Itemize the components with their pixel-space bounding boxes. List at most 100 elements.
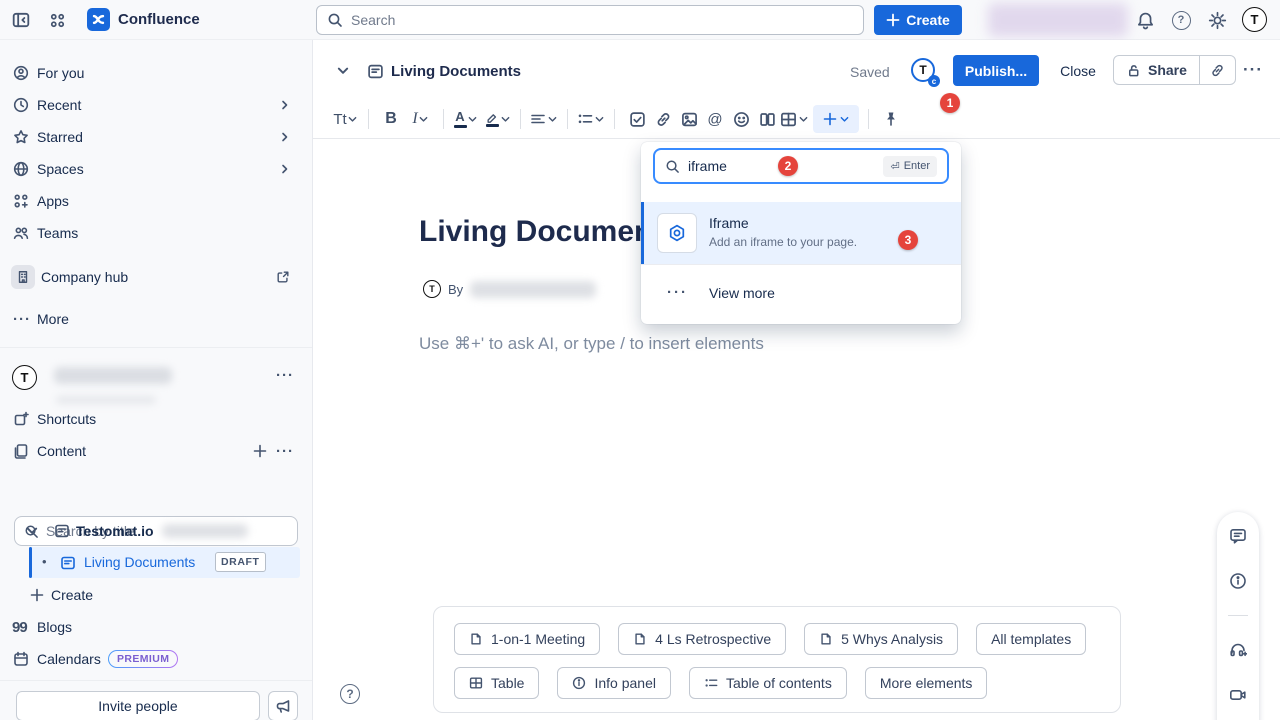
details-button[interactable] bbox=[1226, 569, 1250, 592]
sidebar-item-calendars[interactable]: Calendars PREMIUM bbox=[0, 644, 312, 674]
content-more-button[interactable]: ··· bbox=[276, 443, 294, 460]
right-rail bbox=[1217, 512, 1259, 720]
toolbar-separator bbox=[868, 109, 869, 129]
publish-button[interactable]: Publish... bbox=[953, 55, 1039, 86]
collaborator-avatar[interactable]: T c bbox=[911, 58, 935, 82]
global-search-input[interactable] bbox=[351, 12, 853, 28]
view-more-item[interactable]: ··· View more bbox=[641, 265, 961, 320]
comments-button[interactable] bbox=[1226, 524, 1250, 547]
bold-button[interactable]: B bbox=[378, 105, 404, 133]
user-avatar[interactable]: T bbox=[1242, 7, 1267, 32]
close-button[interactable]: Close bbox=[1049, 55, 1107, 86]
insert-elements-button[interactable] bbox=[813, 105, 859, 133]
settings-button[interactable] bbox=[1206, 9, 1228, 31]
add-content-button[interactable] bbox=[252, 443, 268, 459]
sidebar-item-content[interactable]: Content ··· bbox=[0, 436, 312, 466]
space-header[interactable]: T ··· bbox=[12, 362, 300, 392]
insert-link-button[interactable] bbox=[650, 105, 676, 133]
sidebar-item-blogs[interactable]: 99 Blogs bbox=[0, 612, 312, 642]
emoji-button[interactable] bbox=[728, 105, 754, 133]
sidebar-item-apps[interactable]: Apps bbox=[0, 186, 312, 216]
document-icon bbox=[469, 632, 483, 646]
video-button[interactable] bbox=[1226, 683, 1250, 706]
breadcrumb-title[interactable]: Living Documents bbox=[391, 63, 521, 80]
copy-link-button[interactable] bbox=[1200, 56, 1235, 84]
more-actions-button[interactable]: ··· bbox=[1238, 55, 1268, 85]
insert-table-chip[interactable]: Table bbox=[454, 667, 539, 699]
globe-icon bbox=[13, 161, 29, 177]
sidebar-item-recent[interactable]: Recent bbox=[0, 90, 312, 120]
tree-item-root[interactable]: Testomat.io bbox=[0, 516, 312, 546]
left-sidebar: For you Recent Starred Spaces Apps Teams bbox=[0, 40, 312, 720]
tree-item-selected[interactable]: • Living Documents DRAFT bbox=[29, 547, 300, 578]
chevron-down-icon[interactable] bbox=[337, 65, 349, 77]
lists-button[interactable] bbox=[577, 105, 605, 133]
template-5-whys-analysis[interactable]: 5 Whys Analysis bbox=[804, 623, 958, 655]
invite-people-button[interactable]: Invite people bbox=[16, 691, 260, 720]
emoji-icon bbox=[733, 111, 750, 128]
chevron-down-icon[interactable] bbox=[26, 525, 38, 537]
gear-icon bbox=[1208, 11, 1227, 30]
more-elements-button[interactable]: More elements bbox=[865, 667, 988, 699]
tree-root-label: Testomat.io bbox=[76, 523, 154, 539]
confluence-home-link[interactable]: Confluence bbox=[87, 8, 200, 31]
collapse-sidebar-button[interactable] bbox=[11, 10, 31, 30]
info-icon bbox=[572, 676, 586, 690]
sidebar-item-company-hub[interactable]: Company hub bbox=[0, 260, 312, 294]
layouts-button[interactable] bbox=[754, 105, 780, 133]
help-button[interactable]: ? bbox=[1170, 9, 1192, 31]
highlight-color-button[interactable] bbox=[485, 105, 511, 133]
sidebar-item-teams[interactable]: Teams bbox=[0, 218, 312, 248]
template-4ls-retrospective[interactable]: 4 Ls Retrospective bbox=[618, 623, 786, 655]
template-label: Table bbox=[491, 675, 524, 691]
notifications-button[interactable] bbox=[1134, 9, 1156, 31]
mention-button[interactable]: @ bbox=[702, 105, 728, 133]
global-search[interactable] bbox=[316, 5, 864, 35]
main-content: Living Documents Saved T c Publish... Cl… bbox=[312, 40, 1280, 720]
text-styles-button[interactable]: Tt bbox=[333, 105, 359, 133]
sidebar-item-label: For you bbox=[37, 65, 84, 81]
insert-search[interactable]: ⏎ Enter bbox=[653, 148, 949, 184]
toolbar-separator bbox=[443, 109, 444, 129]
editor-help-button[interactable]: ? bbox=[340, 684, 360, 704]
sidebar-item-label: Teams bbox=[37, 225, 78, 241]
share-button-group: Share bbox=[1113, 55, 1236, 85]
task-list-button[interactable] bbox=[624, 105, 650, 133]
sidebar-item-more[interactable]: ··· More bbox=[0, 304, 312, 334]
template-label: 4 Ls Retrospective bbox=[655, 631, 771, 647]
iframe-macro-icon bbox=[667, 223, 687, 243]
table-icon bbox=[780, 111, 797, 128]
ellipsis-icon: ··· bbox=[1243, 60, 1263, 80]
audio-button[interactable] bbox=[1226, 638, 1250, 661]
template-label: 1-on-1 Meeting bbox=[491, 631, 585, 647]
tree-create-button[interactable]: Create bbox=[0, 580, 312, 610]
app-switcher-button[interactable] bbox=[47, 10, 67, 30]
insert-toc-chip[interactable]: Table of contents bbox=[689, 667, 847, 699]
sidebar-item-shortcuts[interactable]: Shortcuts bbox=[0, 404, 312, 434]
pin-toolbar-button[interactable] bbox=[878, 105, 904, 133]
space-more-button[interactable]: ··· bbox=[276, 367, 294, 384]
italic-button[interactable]: I bbox=[408, 105, 434, 133]
sidebar-item-spaces[interactable]: Spaces bbox=[0, 154, 312, 184]
template-label: Info panel bbox=[594, 675, 656, 691]
feedback-button[interactable] bbox=[268, 691, 298, 720]
building-icon bbox=[11, 265, 35, 289]
alignment-button[interactable] bbox=[530, 105, 558, 133]
create-button-label: Create bbox=[906, 12, 950, 28]
insert-info-panel-chip[interactable]: Info panel bbox=[557, 667, 671, 699]
create-button[interactable]: Create bbox=[874, 5, 962, 35]
all-templates-button[interactable]: All templates bbox=[976, 623, 1086, 655]
text-color-button[interactable]: A bbox=[453, 105, 479, 133]
insert-image-button[interactable] bbox=[676, 105, 702, 133]
editor-placeholder[interactable]: Use ⌘+' to ask AI, or type / to insert e… bbox=[419, 334, 764, 354]
share-button[interactable]: Share bbox=[1114, 56, 1199, 84]
sidebar-item-starred[interactable]: Starred bbox=[0, 122, 312, 152]
pin-icon bbox=[883, 111, 899, 127]
enter-arrow-icon: ⏎ bbox=[890, 160, 899, 173]
text-color-bar bbox=[454, 125, 467, 128]
table-button[interactable] bbox=[780, 105, 809, 133]
toolbar-separator bbox=[520, 109, 521, 129]
sidebar-item-for-you[interactable]: For you bbox=[0, 58, 312, 88]
image-icon bbox=[681, 111, 698, 128]
template-1on1-meeting[interactable]: 1-on-1 Meeting bbox=[454, 623, 600, 655]
